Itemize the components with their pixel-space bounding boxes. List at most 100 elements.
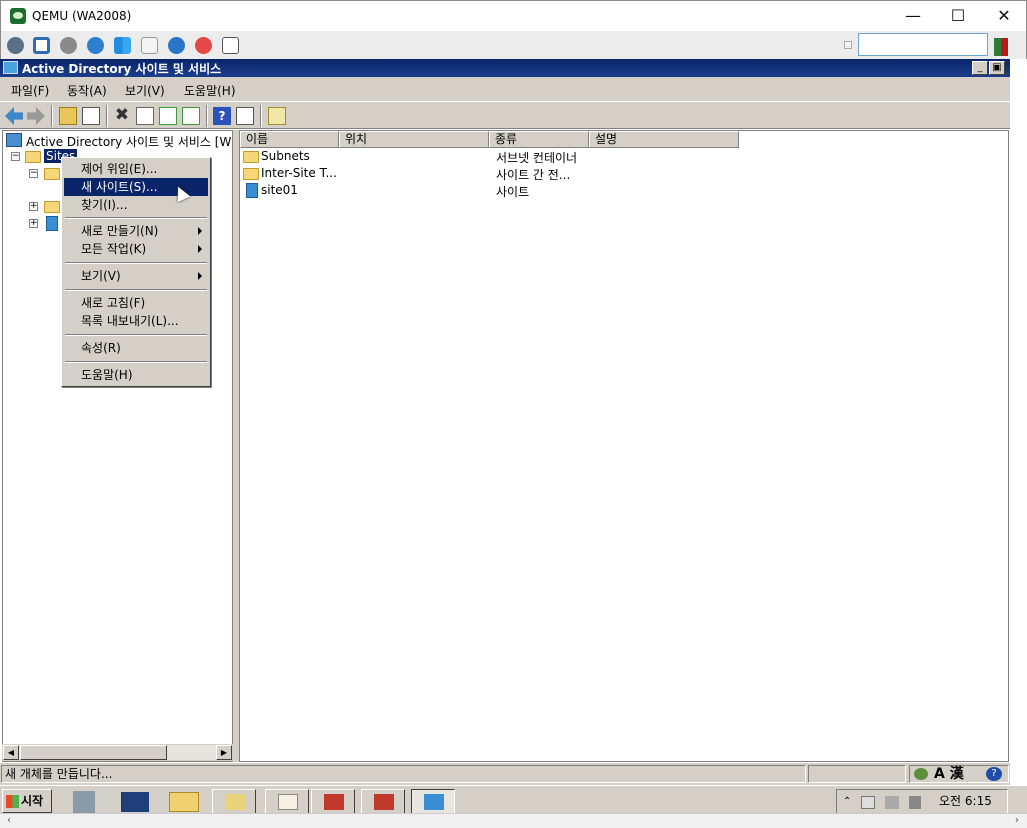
show-hide-tree-icon[interactable] <box>82 107 100 125</box>
action-pane-icon[interactable] <box>236 107 254 125</box>
expand-icon[interactable]: + <box>29 219 38 228</box>
taskbar-button[interactable] <box>311 789 355 814</box>
stop-icon[interactable] <box>195 37 212 54</box>
ctx-label: 보기(V) <box>81 269 121 283</box>
taskbar-button[interactable] <box>212 789 256 814</box>
tree-root-row[interactable]: Active Directory 사이트 및 서비스 [W <box>4 132 232 149</box>
tree-root-label: Active Directory 사이트 및 서비스 [W <box>26 135 232 149</box>
list-pane[interactable]: 이름 위치 종류 설명 Subnets 서브넷 컨테이너 Inter-Site … <box>239 130 1009 762</box>
qemu-checkbox[interactable] <box>844 41 852 49</box>
settings-gear-icon[interactable] <box>60 37 77 54</box>
scroll-right-arrow-icon[interactable]: › <box>1010 815 1024 828</box>
column-header-name[interactable]: 이름 <box>240 131 339 148</box>
ctx-separator <box>65 289 207 291</box>
menu-file[interactable]: 파일(F) <box>11 82 49 99</box>
ctx-refresh[interactable]: 새로 고침(F) <box>64 294 208 312</box>
flag-icon[interactable] <box>861 796 875 809</box>
forward-arrow-icon[interactable] <box>27 107 45 125</box>
powershell-icon[interactable] <box>121 792 149 812</box>
refresh-list-icon[interactable] <box>159 107 177 125</box>
toolbar-separator <box>260 105 262 127</box>
tree-subnets-row[interactable]: − <box>4 166 64 182</box>
volume-icon[interactable] <box>909 796 921 809</box>
ime-mode-icon[interactable] <box>914 768 928 780</box>
list-row[interactable]: site01 사이트 <box>240 182 1000 199</box>
ctx-export-list[interactable]: 목록 내보내기(L)... <box>64 312 208 330</box>
delete-icon[interactable]: ✖ <box>113 107 131 125</box>
row-name: site01 <box>261 183 298 197</box>
ctx-find[interactable]: 찾기(I)... <box>64 196 208 214</box>
network-icon[interactable] <box>885 796 899 809</box>
column-header-description[interactable]: 설명 <box>589 131 739 148</box>
ad-sites-icon <box>3 61 18 74</box>
fullscreen-icon[interactable] <box>33 37 50 54</box>
status-text: 새 개체를 만듭니다... <box>1 765 806 783</box>
properties-icon[interactable] <box>136 107 154 125</box>
start-button[interactable]: 시작 <box>2 789 52 813</box>
column-header-location[interactable]: 위치 <box>339 131 489 148</box>
tree-horizontal-scrollbar[interactable]: ◀ ▶ <box>2 744 233 761</box>
ctx-help[interactable]: 도움말(H) <box>64 366 208 384</box>
row-type: 사이트 <box>496 185 530 199</box>
devices-icon[interactable] <box>7 37 24 54</box>
host-horizontal-scrollbar[interactable]: ‹ › <box>0 813 1027 828</box>
list-row[interactable]: Subnets 서브넷 컨테이너 <box>240 148 1000 165</box>
ctx-new[interactable]: 새로 만들기(N) <box>64 222 208 240</box>
scroll-right-arrow-icon[interactable]: ▶ <box>216 745 232 760</box>
help-icon[interactable]: ? <box>213 107 231 125</box>
refresh-icon[interactable] <box>87 37 104 54</box>
start-label: 시작 <box>21 794 44 808</box>
ctx-separator <box>65 217 207 219</box>
screenshot-icon[interactable] <box>222 37 239 54</box>
taskbar-app-icon <box>374 794 394 810</box>
collapse-icon[interactable]: − <box>29 169 38 178</box>
site-icon <box>46 216 58 231</box>
system-tray: ⌃ 오전 6:15 <box>836 789 1008 814</box>
ctx-view[interactable]: 보기(V) <box>64 267 208 285</box>
ime-label[interactable]: A 漢 <box>934 766 964 782</box>
collapse-icon[interactable]: − <box>11 152 20 161</box>
mdi-restore-button[interactable]: ▣ <box>989 61 1005 75</box>
keyboard-icon[interactable] <box>141 37 158 54</box>
host-window-title: QEMU (WA2008) <box>32 9 132 23</box>
menu-help[interactable]: 도움말(H) <box>184 82 236 99</box>
windows-logo-icon[interactable] <box>114 37 131 54</box>
toolbar-separator <box>206 105 208 127</box>
up-folder-icon[interactable] <box>59 107 77 125</box>
scroll-left-arrow-icon[interactable]: ‹ <box>2 815 16 828</box>
mdi-minimize-button[interactable]: _ <box>972 61 988 75</box>
scroll-thumb[interactable] <box>20 745 167 760</box>
back-arrow-icon[interactable] <box>5 107 23 125</box>
new-site-icon[interactable] <box>268 107 286 125</box>
taskbar-app-icon <box>324 794 344 810</box>
tray-chevron-icon[interactable]: ⌃ <box>843 796 851 807</box>
info-icon[interactable] <box>168 37 185 54</box>
taskbar-button-active[interactable] <box>411 789 455 814</box>
ctx-all-tasks[interactable]: 모든 작업(K) <box>64 240 208 258</box>
clock[interactable]: 오전 6:15 <box>939 792 992 809</box>
minimize-button[interactable]: — <box>890 1 936 31</box>
tree-intersite-row[interactable]: + <box>4 199 64 215</box>
toolbar-separator <box>51 105 53 127</box>
list-row[interactable]: Inter-Site T... 사이트 간 전... <box>240 165 1000 182</box>
taskbar-button[interactable] <box>265 789 309 814</box>
explorer-icon[interactable] <box>169 792 199 812</box>
folder-icon <box>243 168 259 180</box>
taskbar-button[interactable] <box>361 789 405 814</box>
ctx-properties[interactable]: 속성(R) <box>64 339 208 357</box>
close-button[interactable]: ✕ <box>981 1 1027 31</box>
scroll-left-arrow-icon[interactable]: ◀ <box>3 745 19 760</box>
menu-view[interactable]: 보기(V) <box>125 82 165 99</box>
export-list-icon[interactable] <box>182 107 200 125</box>
menu-action[interactable]: 동작(A) <box>67 82 107 99</box>
ctx-delegate-control[interactable]: 제어 위임(E)... <box>64 160 208 178</box>
tree-site01-row[interactable]: + <box>4 216 64 232</box>
ime-help-icon[interactable]: ? <box>986 767 1002 781</box>
maximize-button[interactable]: ☐ <box>935 1 981 31</box>
column-header-type[interactable]: 종류 <box>489 131 589 148</box>
menubar: 파일(F) 동작(A) 보기(V) 도움말(H) <box>0 77 1010 101</box>
server-manager-icon[interactable] <box>73 791 95 813</box>
expand-icon[interactable]: + <box>29 202 38 211</box>
qemu-search-input[interactable] <box>858 33 988 56</box>
ctx-label: 목록 내보내기(L)... <box>81 314 179 328</box>
